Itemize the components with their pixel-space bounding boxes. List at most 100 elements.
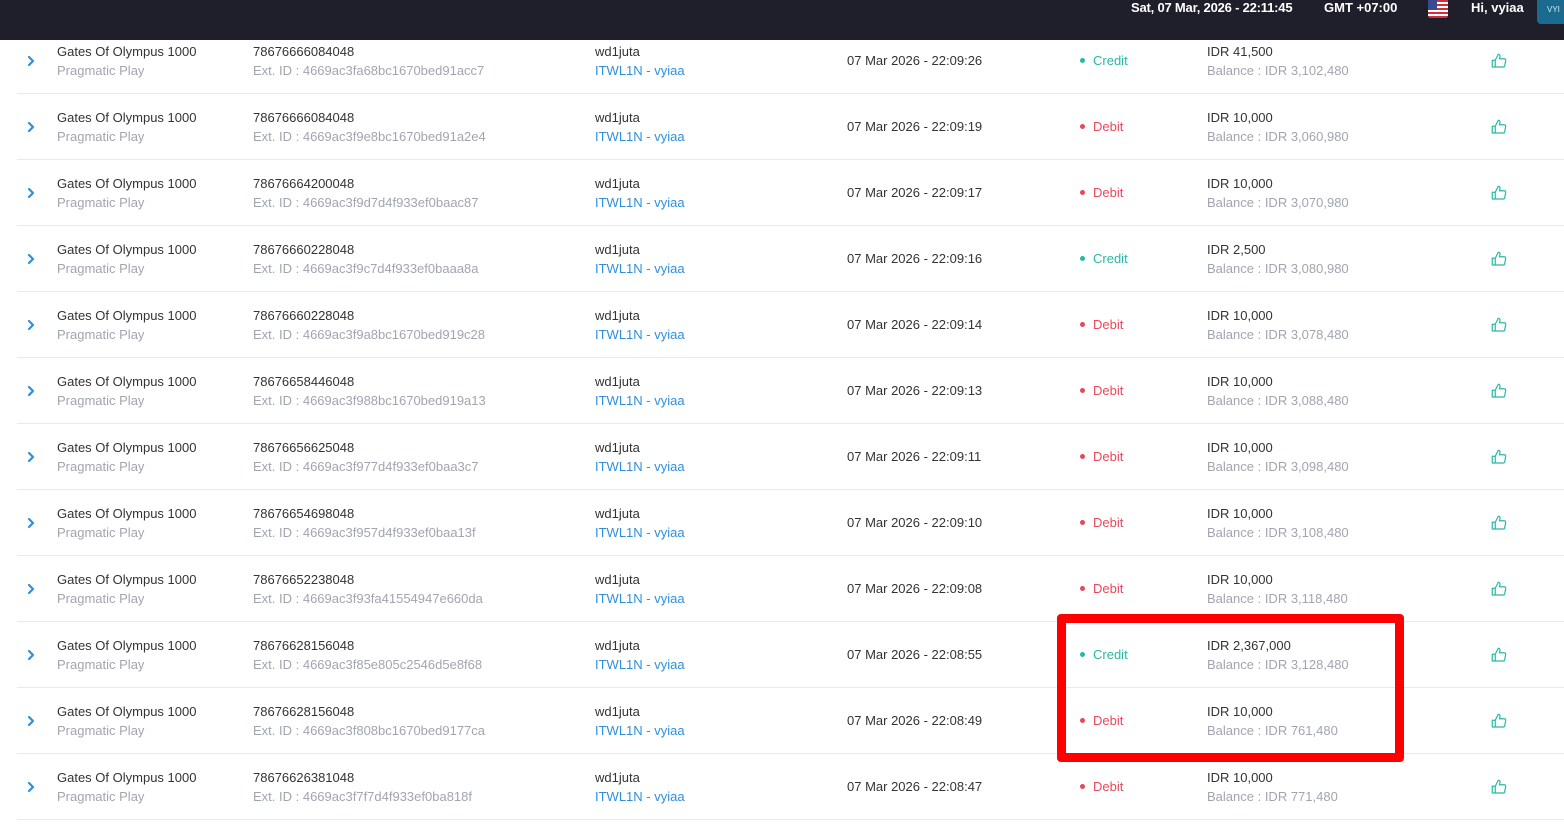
round-id: 78676666084048 [253,110,355,125]
agent-link[interactable]: ITWL1N - vyiaa [595,721,685,740]
username: wd1juta [595,506,640,521]
agent-link[interactable]: ITWL1N - vyiaa [595,259,685,278]
thumbs-up-icon[interactable] [1490,250,1508,268]
balance: Balance : IDR 3,098,480 [1207,459,1349,474]
chevron-right-icon[interactable] [24,450,38,464]
thumbs-up-icon[interactable] [1490,382,1508,400]
thumbs-up-icon[interactable] [1490,448,1508,466]
current-datetime: Sat, 07 Mar, 2026 - 22:11:45 [1131,0,1293,15]
status-dot-icon [1080,58,1085,63]
table-row[interactable]: Gates Of Olympus 1000 Pragmatic Play 786… [17,358,1564,424]
table-row[interactable]: Gates Of Olympus 1000 Pragmatic Play 786… [17,424,1564,490]
thumbs-up-icon[interactable] [1490,580,1508,598]
round-id: 78676652238048 [253,572,355,587]
external-id: Ext. ID : 4669ac3f957d4f933ef0baa13f [253,525,476,540]
balance: Balance : IDR 3,118,480 [1207,591,1348,606]
amount: IDR 10,000 [1207,374,1273,389]
chevron-right-icon[interactable] [24,780,38,794]
table-row[interactable]: Gates Of Olympus 1000 Pragmatic Play 786… [17,160,1564,226]
agent-link[interactable]: ITWL1N - vyiaa [595,523,685,542]
table-row[interactable]: Gates Of Olympus 1000 Pragmatic Play 786… [17,490,1564,556]
amount: IDR 10,000 [1207,308,1273,323]
thumbs-up-icon[interactable] [1490,778,1508,796]
chevron-right-icon[interactable] [24,648,38,662]
amount: IDR 10,000 [1207,572,1273,587]
provider-name: Pragmatic Play [57,195,145,210]
transaction-time: 07 Mar 2026 - 22:09:17 [847,185,983,200]
agent-link[interactable]: ITWL1N - vyiaa [595,325,685,344]
status-dot-icon [1080,124,1085,129]
chevron-right-icon[interactable] [24,186,38,200]
game-name: Gates Of Olympus 1000 [57,110,197,125]
agent-link[interactable]: ITWL1N - vyiaa [595,127,685,146]
balance: Balance : IDR 3,078,480 [1207,327,1349,342]
table-row[interactable]: Gates Of Olympus 1000 Pragmatic Play 786… [17,41,1564,94]
table-row[interactable]: Gates Of Olympus 1000 Pragmatic Play 786… [17,754,1564,820]
user-greeting[interactable]: Hi, vyiaa [1471,0,1524,15]
thumbs-up-icon[interactable] [1490,118,1508,136]
chevron-right-icon[interactable] [24,120,38,134]
agent-link[interactable]: ITWL1N - vyiaa [595,391,685,410]
game-name: Gates Of Olympus 1000 [57,506,197,521]
round-id: 78676666084048 [253,44,355,59]
round-id: 78676628156048 [253,638,355,653]
avatar[interactable]: VYI [1537,0,1564,24]
external-id: Ext. ID : 4669ac3f9e8bc1670bed91a2e4 [253,129,486,144]
table-row[interactable]: Gates Of Olympus 1000 Pragmatic Play 786… [17,292,1564,358]
table-row[interactable]: Gates Of Olympus 1000 Pragmatic Play 786… [17,94,1564,160]
username: wd1juta [595,110,640,125]
thumbs-up-icon[interactable] [1490,52,1508,70]
chevron-right-icon[interactable] [24,318,38,332]
thumbs-up-icon[interactable] [1490,184,1508,202]
thumbs-up-icon[interactable] [1490,316,1508,334]
agent-link[interactable]: ITWL1N - vyiaa [595,787,685,806]
game-name: Gates Of Olympus 1000 [57,374,197,389]
thumbs-up-icon[interactable] [1490,646,1508,664]
external-id: Ext. ID : 4669ac3f85e805c2546d5e8f68 [253,657,483,672]
agent-link[interactable]: ITWL1N - vyiaa [595,589,685,608]
top-bar: Sat, 07 Mar, 2026 - 22:11:45 GMT +07:00 … [0,0,1564,40]
provider-name: Pragmatic Play [57,129,145,144]
provider-name: Pragmatic Play [57,525,145,540]
agent-link[interactable]: ITWL1N - vyiaa [595,61,685,80]
transaction-type-label: Debit [1093,779,1124,794]
highlight-box [1057,614,1404,762]
chevron-right-icon[interactable] [24,582,38,596]
transaction-type-badge: Credit [1080,51,1128,70]
agent-link[interactable]: ITWL1N - vyiaa [595,193,685,212]
thumbs-up-icon[interactable] [1490,712,1508,730]
transaction-type-label: Debit [1093,515,1124,530]
game-name: Gates Of Olympus 1000 [57,176,197,191]
provider-name: Pragmatic Play [57,459,145,474]
chevron-right-icon[interactable] [24,54,38,68]
transaction-time: 07 Mar 2026 - 22:09:14 [847,317,983,332]
round-id: 78676664200048 [253,176,355,191]
amount: IDR 2,500 [1207,242,1266,257]
agent-link[interactable]: ITWL1N - vyiaa [595,655,685,674]
transaction-time: 07 Mar 2026 - 22:09:16 [847,251,983,266]
external-id: Ext. ID : 4669ac3fa68bc1670bed91acc7 [253,63,485,78]
table-row[interactable]: Gates Of Olympus 1000 Pragmatic Play 786… [17,556,1564,622]
timezone-label: GMT +07:00 [1324,0,1398,15]
agent-link[interactable]: ITWL1N - vyiaa [595,457,685,476]
transaction-type-badge: Debit [1080,579,1123,598]
status-dot-icon [1080,454,1085,459]
chevron-right-icon[interactable] [24,516,38,530]
transaction-time: 07 Mar 2026 - 22:09:08 [847,581,983,596]
transaction-time: 07 Mar 2026 - 22:08:49 [847,713,983,728]
chevron-right-icon[interactable] [24,384,38,398]
status-dot-icon [1080,256,1085,261]
username: wd1juta [595,242,640,257]
us-flag-icon[interactable] [1428,0,1448,18]
balance: Balance : IDR 3,102,480 [1207,63,1349,78]
chevron-right-icon[interactable] [24,714,38,728]
round-id: 78676660228048 [253,308,355,323]
chevron-right-icon[interactable] [24,252,38,266]
table-row[interactable]: Gates Of Olympus 1000 Pragmatic Play 786… [17,226,1564,292]
provider-name: Pragmatic Play [57,261,145,276]
status-dot-icon [1080,190,1085,195]
status-dot-icon [1080,322,1085,327]
provider-name: Pragmatic Play [57,723,145,738]
transaction-time: 07 Mar 2026 - 22:08:47 [847,779,983,794]
thumbs-up-icon[interactable] [1490,514,1508,532]
